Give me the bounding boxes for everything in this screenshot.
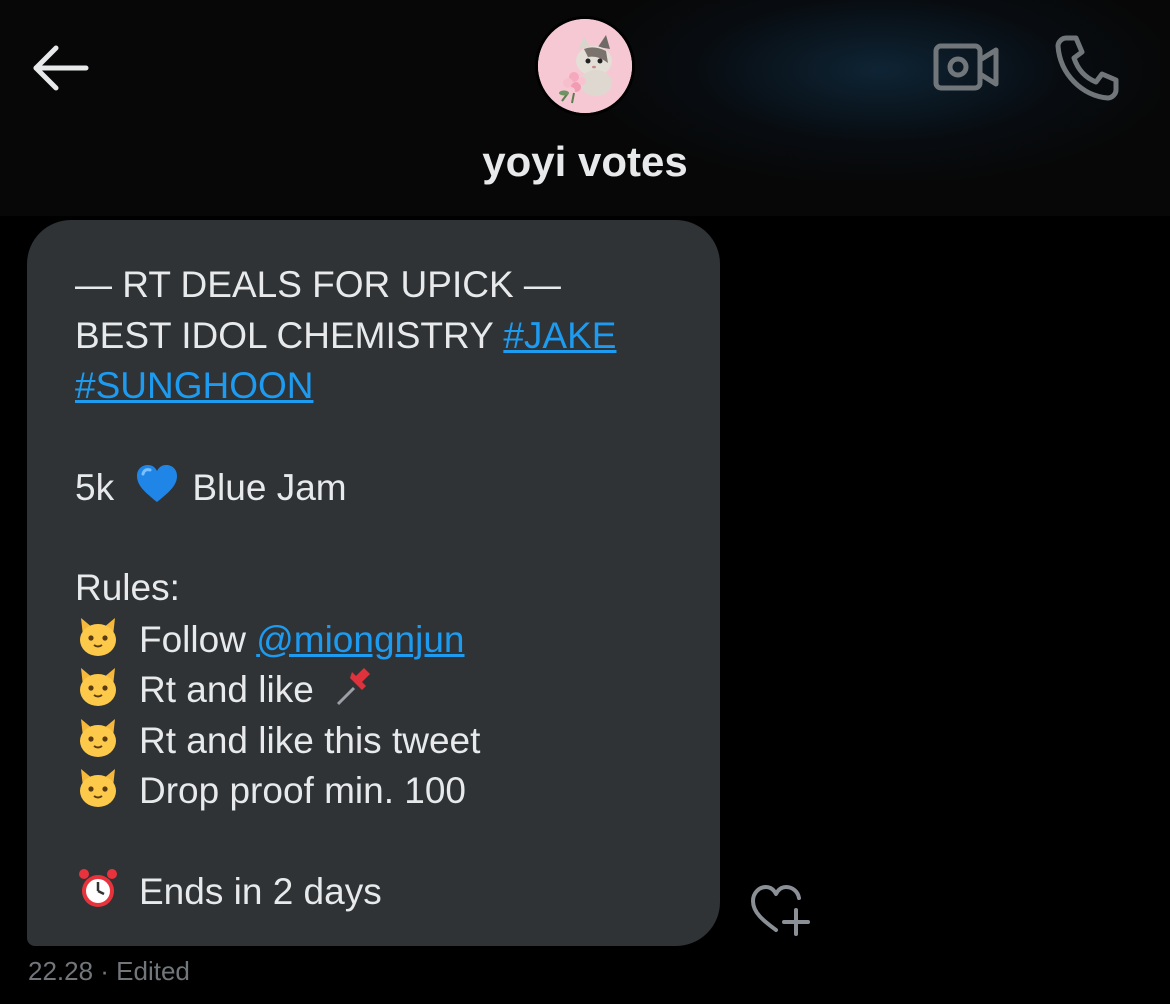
- hashtag-jake-link[interactable]: #JAKE: [503, 315, 616, 356]
- cat-face-icon: [80, 617, 116, 656]
- cat-face-icon: [80, 668, 116, 706]
- rule-item: Drop proof min. 100: [75, 765, 690, 816]
- message-bubble[interactable]: — RT DEALS FOR UPICK — BEST IDOL CHEMIST…: [27, 220, 720, 946]
- message-text: BEST IDOL CHEMISTRY: [75, 314, 504, 356]
- rules-title: Rules:: [75, 567, 180, 608]
- reward-label: Blue Jam: [192, 467, 347, 508]
- video-call-button[interactable]: [930, 38, 1002, 98]
- avatar[interactable]: [535, 16, 635, 116]
- phone-icon: [1055, 35, 1119, 101]
- add-reaction-button[interactable]: [748, 882, 812, 938]
- deadline-text: Ends in 2 days: [139, 871, 382, 912]
- rule-text: Rt and like: [139, 669, 314, 710]
- rule-item: Rt and like this tweet: [75, 715, 690, 766]
- heart-plus-icon: [751, 885, 810, 936]
- hashtag-sunghoon-link[interactable]: #SUNGHOON: [75, 365, 313, 406]
- chat-title: yoyi votes: [482, 138, 688, 185]
- reward-amount: 5k: [75, 467, 115, 508]
- rule-text: Drop proof min. 100: [139, 770, 467, 811]
- cat-face-icon: [80, 718, 116, 757]
- chat-header: yoyi votes: [0, 0, 1170, 216]
- rule-text: Follow: [139, 618, 257, 660]
- message-line-reward: 5k Blue Jam: [75, 462, 690, 513]
- message-line-title: — RT DEALS FOR UPICK —: [75, 264, 561, 305]
- cat-face-icon: [80, 769, 116, 807]
- arrow-left-icon: [33, 45, 89, 91]
- voice-call-button[interactable]: [1050, 30, 1124, 104]
- mention-link[interactable]: @miongnjun: [256, 619, 464, 660]
- rule-item: Follow @miongnjun: [75, 614, 690, 665]
- alarm-clock-icon: [79, 869, 117, 907]
- message-line-category: BEST IDOL CHEMISTRY #JAKE: [75, 311, 690, 362]
- back-button[interactable]: [26, 36, 96, 100]
- pushpin-icon: [337, 668, 371, 706]
- cat-with-flowers-avatar: [538, 19, 632, 113]
- rule-text: Rt and like this tweet: [139, 719, 481, 761]
- blue-heart-icon: [137, 465, 178, 502]
- rule-item: Rt and like: [75, 664, 690, 715]
- message-timestamp: 22.28 · Edited: [28, 956, 190, 986]
- message-line-deadline: Ends in 2 days: [75, 866, 690, 917]
- message-line-hashtag: #SUNGHOON: [75, 361, 690, 412]
- video-camera-icon: [933, 43, 999, 91]
